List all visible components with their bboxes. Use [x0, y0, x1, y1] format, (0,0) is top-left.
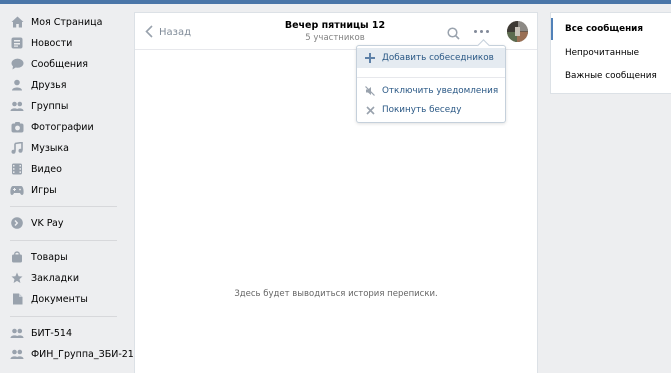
- sidebar-item-friends[interactable]: Друзья: [10, 75, 66, 95]
- back-button[interactable]: Назад: [145, 23, 191, 42]
- group-chat-icon: [10, 347, 24, 361]
- plus-icon: [365, 53, 375, 63]
- sidebar-item-label: VK Pay: [31, 217, 64, 229]
- sidebar-item-label: Группы: [31, 100, 69, 112]
- message-filters: Все сообщения Непрочитанные Важные сообщ…: [550, 12, 671, 94]
- sidebar-item-goods[interactable]: Товары: [10, 247, 68, 267]
- vkpay-icon: [10, 216, 24, 230]
- sidebar-item-label: Друзья: [31, 79, 67, 91]
- shopping-bag-icon: [10, 250, 24, 264]
- sidebar-item-chat-bit514[interactable]: БИТ-514: [10, 323, 72, 343]
- groups-icon: [10, 99, 24, 113]
- search-icon: [447, 25, 460, 44]
- filter-all-messages[interactable]: Все сообщения: [551, 18, 671, 40]
- sidebar-item-video[interactable]: Видео: [10, 159, 62, 179]
- close-icon: [365, 105, 375, 115]
- gamepad-icon: [10, 183, 24, 197]
- sidebar-item-label: Фотографии: [31, 121, 94, 133]
- sidebar-item-label: Товары: [31, 251, 68, 263]
- sidebar-item-groups[interactable]: Группы: [10, 96, 68, 116]
- sidebar-item-label: Видео: [31, 163, 62, 175]
- sidebar-item-games[interactable]: Игры: [10, 180, 57, 200]
- chevron-left-icon: [145, 23, 153, 42]
- more-dots-icon: [474, 30, 477, 33]
- news-icon: [10, 36, 24, 50]
- filter-important[interactable]: Важные сообщения: [551, 65, 671, 87]
- menu-item-add-members[interactable]: Добавить собеседников: [357, 48, 505, 68]
- sidebar-item-messages[interactable]: Сообщения: [10, 54, 88, 74]
- menu-item-mute[interactable]: Отключить уведомления: [357, 81, 505, 101]
- filter-unread[interactable]: Непрочитанные: [551, 42, 671, 64]
- empty-history-text: Здесь будет выводиться история переписки…: [234, 289, 438, 299]
- sidebar-item-chat-fin-group[interactable]: ФИН_Группа_ЗБИ-21: [10, 344, 134, 364]
- sidebar-item-vkpay[interactable]: VK Pay: [10, 213, 64, 233]
- home-icon: [10, 15, 24, 29]
- friend-icon: [10, 78, 24, 92]
- sidebar-item-news[interactable]: Новости: [10, 33, 72, 53]
- mute-icon: [365, 86, 375, 96]
- sidebar-item-photos[interactable]: Фотографии: [10, 117, 94, 137]
- chat-avatar[interactable]: [507, 21, 528, 42]
- top-bar: [0, 0, 671, 4]
- sidebar-divider: [10, 240, 117, 241]
- sidebar-item-label: Игры: [31, 184, 57, 196]
- sidebar-item-label: БИТ-514: [31, 327, 72, 339]
- star-icon: [10, 271, 24, 285]
- document-icon: [10, 292, 24, 306]
- menu-divider: [357, 77, 505, 78]
- chat-title[interactable]: Вечер пятницы 12: [245, 20, 425, 31]
- sidebar-divider: [10, 316, 117, 317]
- menu-item-label: Добавить собеседников: [382, 53, 494, 63]
- sidebar-item-label: Закладки: [31, 272, 80, 284]
- sidebar-divider: [10, 206, 117, 207]
- menu-item-leave-chat[interactable]: Покинуть беседу: [357, 100, 505, 120]
- group-chat-icon: [10, 326, 24, 340]
- menu-item-label: Отключить уведомления: [382, 86, 499, 96]
- sidebar-item-label: Моя Страница: [31, 16, 103, 28]
- sidebar-item-label: Сообщения: [31, 58, 89, 70]
- search-button[interactable]: [447, 25, 460, 44]
- sidebar-item-documents[interactable]: Документы: [10, 289, 88, 309]
- music-note-icon: [10, 141, 24, 155]
- back-label: Назад: [159, 27, 192, 38]
- sidebar-item-label: Музыка: [31, 142, 69, 154]
- chat-members-count[interactable]: 5 участников: [245, 33, 425, 43]
- sidebar-item-my-page[interactable]: Моя Страница: [10, 12, 102, 32]
- chat-actions-menu: Добавить собеседников Отключить уведомле…: [356, 45, 506, 123]
- sidebar-item-music[interactable]: Музыка: [10, 138, 69, 158]
- sidebar-item-bookmarks[interactable]: Закладки: [10, 268, 79, 288]
- sidebar-item-label: Документы: [31, 293, 88, 305]
- messages-icon: [10, 57, 24, 71]
- menu-item-label: Покинуть беседу: [382, 105, 462, 115]
- film-icon: [10, 162, 24, 176]
- sidebar-item-label: Новости: [31, 37, 73, 49]
- camera-icon: [10, 120, 24, 134]
- more-actions-button[interactable]: [474, 30, 489, 33]
- sidebar-item-label: ФИН_Группа_ЗБИ-21: [31, 348, 134, 360]
